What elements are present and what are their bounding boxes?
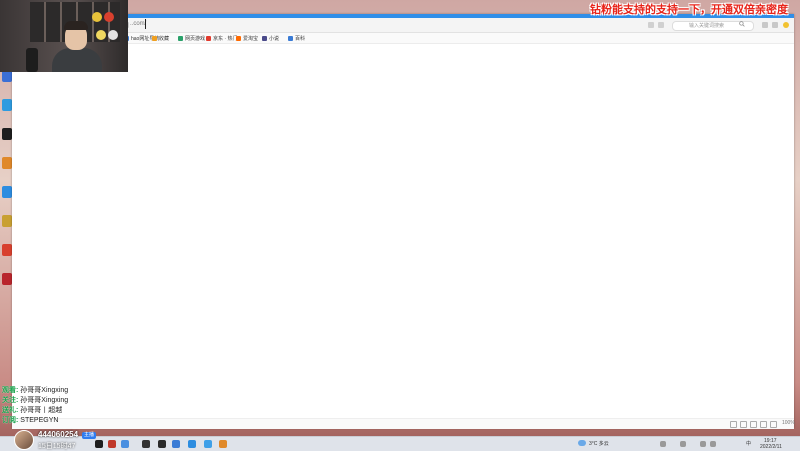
search-placeholder: 输入关键词搜索 <box>689 23 725 29</box>
text-cursor <box>145 19 146 29</box>
streamer-body <box>52 48 102 72</box>
chat-username: 观看: <box>2 387 19 394</box>
bookmark-item[interactable]: 收藏 <box>152 34 169 42</box>
bookmark-item[interactable]: 小说 <box>262 34 279 42</box>
chat-message: 送礼: 孙哥哥丨超越 <box>2 406 122 416</box>
desktop-app-icon[interactable] <box>2 99 12 111</box>
streamer-avatar <box>14 430 34 450</box>
chat-text: 孙哥哥丨超越 <box>20 407 63 414</box>
bookmarks-bar: hao网址导航 收藏 网页游戏 京东 · 热门 爱淘宝 小说 百科 <box>12 33 794 44</box>
taskbar-app-icon[interactable] <box>204 440 212 448</box>
bookmark-item[interactable]: 网页游戏 <box>178 34 205 42</box>
bookmark-label: 收藏 <box>159 35 170 42</box>
menu-icon[interactable] <box>762 22 768 28</box>
taskbar-app-icon[interactable] <box>158 440 166 448</box>
streamer-webcam <box>0 0 128 72</box>
dropdown-icon[interactable] <box>658 22 664 28</box>
desktop-app-icon[interactable] <box>2 186 12 198</box>
desktop-app-icon[interactable] <box>2 273 12 285</box>
desktop-app-icon[interactable] <box>2 244 12 256</box>
desktop-app-icon[interactable] <box>2 157 12 169</box>
bookmark-item[interactable]: 爱淘宝 <box>236 34 258 42</box>
chat-username: 送礼: <box>2 407 19 414</box>
bookmark-item[interactable]: 京东 · 热门 <box>206 34 237 42</box>
microphone <box>26 48 38 72</box>
bookmark-item[interactable]: 百科 <box>288 34 305 42</box>
network-icon[interactable] <box>700 441 706 447</box>
tray-icon[interactable] <box>660 441 666 447</box>
bookmark-label: 小说 <box>269 35 280 42</box>
shelf-ball <box>92 12 102 22</box>
clock-date[interactable]: 2022/2/11 <box>760 444 782 450</box>
extension-icon[interactable] <box>783 22 789 28</box>
taskbar-browser-icon[interactable] <box>188 440 196 448</box>
chat-message: 观看: 孙哥哥Xingxing <box>2 386 122 396</box>
status-bar: 100% <box>12 418 795 429</box>
bookmark-label: 百科 <box>295 35 306 42</box>
chat-overlay: 观看: 孙哥哥Xingxing 关注: 孙哥哥Xingxing 送礼: 孙哥哥丨… <box>2 386 122 426</box>
bookmark-icon <box>262 35 267 41</box>
screenshot-icon[interactable] <box>770 421 777 428</box>
page-content[interactable] <box>12 44 794 418</box>
weather-icon[interactable] <box>578 440 586 446</box>
shelf-ball <box>96 30 106 40</box>
browser-window: ..com/ 输入关键词搜索 hao网址导航 收藏 网页游戏 京东 · 热门 爱… <box>12 14 795 429</box>
bookmark-icon <box>288 35 293 41</box>
chat-username: 关注: <box>2 397 19 404</box>
download-icon[interactable] <box>730 421 737 428</box>
chat-username: 订阅: <box>2 417 19 424</box>
url-input[interactable]: ..com/ <box>130 21 146 27</box>
fullscreen-icon[interactable] <box>760 421 767 428</box>
volume-icon[interactable] <box>710 441 716 447</box>
chat-message: 订阅: STEPEGYN <box>2 416 122 426</box>
desktop-app-icon[interactable] <box>2 128 12 140</box>
desktop-app-icon[interactable] <box>2 215 12 227</box>
streamer-info: 444060254 主播 15日15时47 <box>14 428 124 450</box>
taskbar-app-icon[interactable] <box>142 440 150 448</box>
zoom-level[interactable]: 100% <box>782 420 795 426</box>
overlay-banner: 钻粉能支持的支持一下，开通双倍亲密度 <box>590 4 788 16</box>
weather-text[interactable]: 3°C 多云 <box>589 441 609 447</box>
taskbar-app-icon[interactable] <box>219 440 227 448</box>
tray-icon[interactable] <box>680 441 686 447</box>
bookmark-icon <box>206 35 211 41</box>
chat-text: STEPEGYN <box>20 417 59 424</box>
streamer-hair <box>64 21 88 30</box>
bookmark-icon <box>236 35 241 41</box>
shelf-ball <box>108 30 118 40</box>
user-icon[interactable] <box>772 22 778 28</box>
shelf-ball <box>104 12 114 22</box>
bookmark-label: 京东 · 热门 <box>213 35 238 42</box>
address-bar: ..com/ 输入关键词搜索 <box>12 18 794 33</box>
taskbar-app-icon[interactable] <box>172 440 180 448</box>
shield-icon[interactable] <box>648 22 654 28</box>
settings-icon[interactable] <box>740 421 747 428</box>
streamer-id: 444060254 <box>38 430 79 439</box>
bookmark-label: 网页游戏 <box>185 35 206 42</box>
chat-text: 孙哥哥Xingxing <box>20 397 69 404</box>
sound-icon[interactable] <box>750 421 757 428</box>
bookmark-label: 爱淘宝 <box>243 35 259 42</box>
streamer-tag: 主播 <box>82 432 97 439</box>
chat-text: 孙哥哥Xingxing <box>20 387 69 394</box>
input-language[interactable]: 中 <box>746 441 751 447</box>
bookmark-icon <box>152 35 157 41</box>
bookmark-icon <box>178 35 183 41</box>
search-icon[interactable] <box>739 21 745 27</box>
chat-message: 关注: 孙哥哥Xingxing <box>2 396 122 406</box>
